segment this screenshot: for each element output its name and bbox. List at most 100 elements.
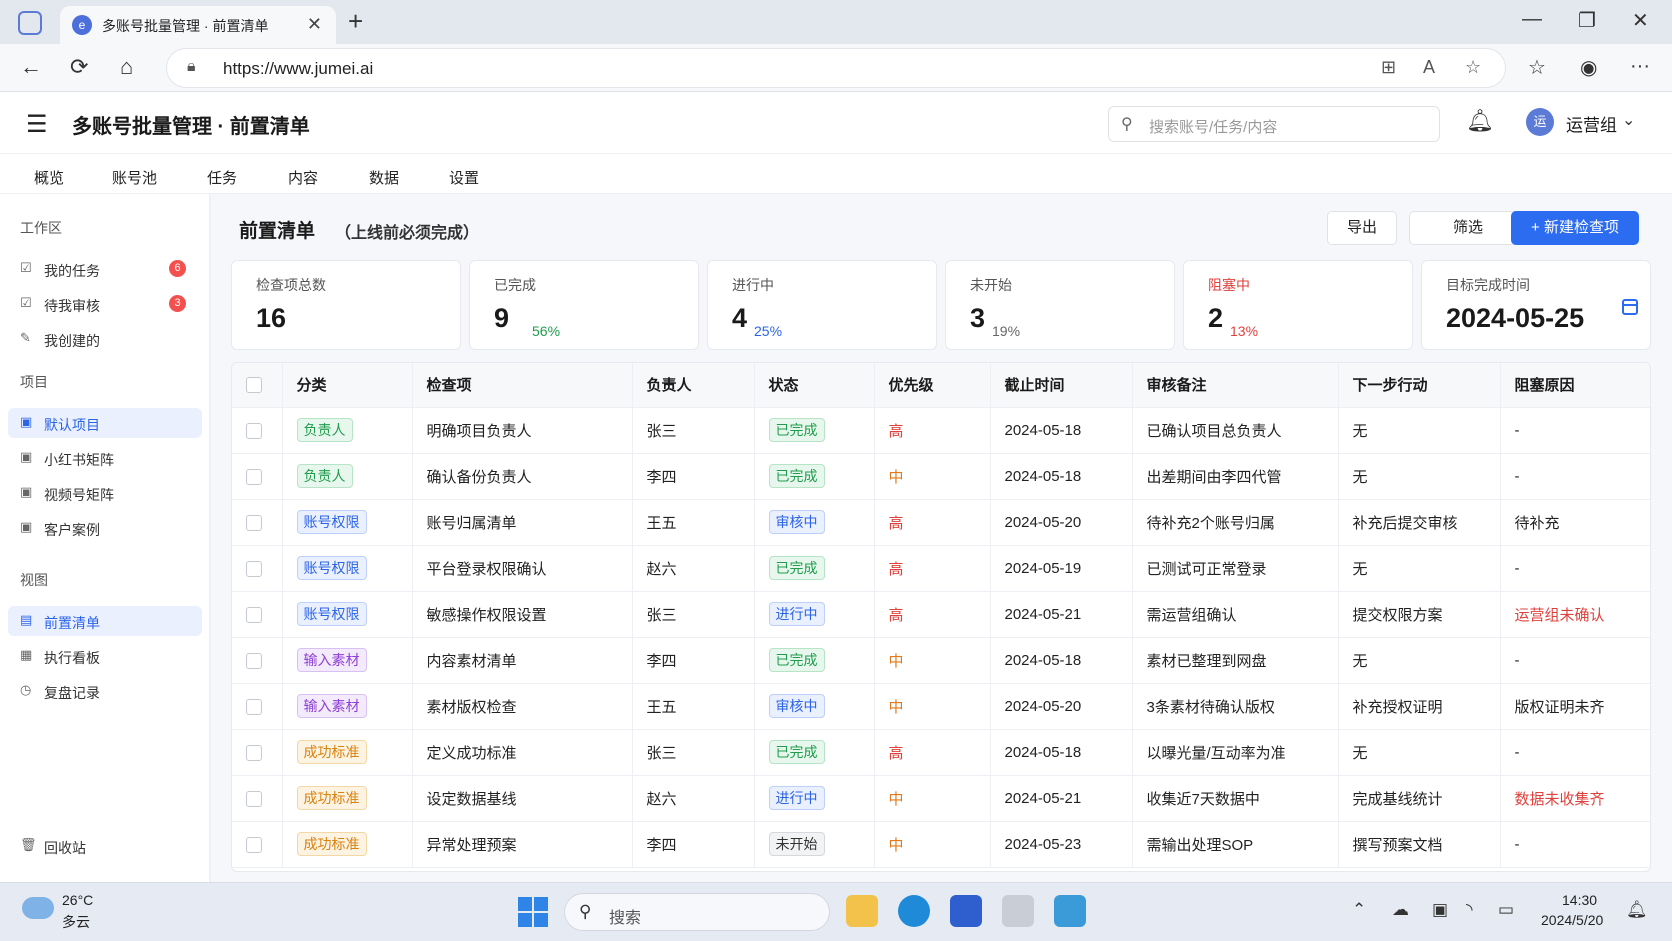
sidebar-item-client-cases[interactable]: ▣ 客户案例 <box>8 513 202 543</box>
browser-tab-active[interactable]: e 多账号批量管理 · 前置清单 ✕ <box>60 6 336 44</box>
col-header[interactable]: 检查项 <box>412 363 633 408</box>
weather-cloud-icon[interactable] <box>22 897 54 919</box>
row-checkbox[interactable] <box>246 468 262 485</box>
item-cell[interactable]: 账号归属清单 <box>412 499 633 546</box>
weather-temp[interactable]: 26°C <box>62 892 93 908</box>
export-button[interactable]: 导出 <box>1327 211 1397 245</box>
minimize-icon[interactable]: — <box>1522 8 1542 31</box>
status-badge[interactable]: 已完成 <box>768 464 825 488</box>
nav-data[interactable]: 数据 <box>369 167 399 188</box>
window-close-icon[interactable]: ✕ <box>1632 8 1649 33</box>
weather-desc[interactable]: 多云 <box>62 912 90 932</box>
table-row[interactable]: 成功标准 异常处理预案 李四 未开始 中 2024-05-23 需输出处理SOP 撰写预案文档… <box>232 821 1650 868</box>
col-header[interactable]: 阻塞原因 <box>1500 363 1650 408</box>
row-checkbox[interactable] <box>246 790 262 807</box>
chevron-down-icon[interactable]: ⌄ <box>1622 110 1635 130</box>
taskbar-search-input[interactable]: ⚲ 搜索 <box>564 893 830 931</box>
select-all-checkbox[interactable] <box>246 377 262 394</box>
table-row[interactable]: 负责人 明确项目负责人 张三 已完成 高 2024-05-18 已确认项目总负责人无 - <box>232 407 1650 454</box>
calendar-icon[interactable] <box>1622 299 1638 315</box>
restore-icon[interactable]: ❐ <box>1578 8 1596 33</box>
notification-center-icon[interactable]: 🔔︎ <box>1626 900 1648 920</box>
row-checkbox[interactable] <box>246 560 262 577</box>
nav-settings[interactable]: 设置 <box>449 167 479 188</box>
new-check-item-button[interactable]: + 新建检查项 <box>1511 211 1639 245</box>
row-checkbox[interactable] <box>246 836 262 853</box>
status-badge[interactable]: 审核中 <box>768 510 825 534</box>
table-row[interactable]: 输入素材 素材版权检查 王五 审核中 中 2024-05-20 3条素材待确认版权 补充授权证… <box>232 683 1650 730</box>
nav-tasks[interactable]: 任务 <box>207 167 237 188</box>
sidebar-item-kanban[interactable]: ▦ 执行看板 <box>8 641 202 671</box>
clock-date[interactable]: 2024/5/20 <box>1541 912 1603 928</box>
file-explorer-icon[interactable] <box>846 895 878 927</box>
status-badge[interactable]: 未开始 <box>768 832 825 856</box>
filter-button[interactable]: 筛选 <box>1409 211 1527 245</box>
sidebar-item-pending-review[interactable]: ☑ 待我审核 3 <box>8 289 202 319</box>
new-tab-icon[interactable]: + <box>348 6 363 37</box>
app-icon-gray[interactable] <box>1002 895 1034 927</box>
app-install-icon[interactable]: ⊞ <box>1381 57 1396 78</box>
notification-bell-icon[interactable]: 🔔︎ <box>1466 108 1494 134</box>
app-icon-monitor[interactable] <box>1054 895 1086 927</box>
col-header[interactable]: 下一步行动 <box>1338 363 1501 408</box>
favorite-star-icon[interactable]: ☆ <box>1465 57 1481 78</box>
tray-chevron-up-icon[interactable]: ⌃ <box>1352 900 1366 920</box>
item-cell[interactable]: 异常处理预案 <box>412 821 633 868</box>
row-checkbox[interactable] <box>246 422 262 439</box>
col-header[interactable]: 负责人 <box>632 363 755 408</box>
more-menu-icon[interactable]: ··· <box>1630 55 1650 78</box>
battery-icon[interactable]: ▭ <box>1498 900 1514 920</box>
nav-account-pool[interactable]: 账号池 <box>112 167 157 188</box>
item-cell[interactable]: 敏感操作权限设置 <box>412 591 633 638</box>
col-header[interactable]: 优先级 <box>874 363 991 408</box>
sidebar-item-my-tasks[interactable]: ☑ 我的任务 6 <box>8 254 202 284</box>
workspaces-icon[interactable] <box>18 11 42 35</box>
back-icon[interactable]: ← <box>20 54 42 80</box>
item-cell[interactable]: 素材版权检查 <box>412 683 633 730</box>
item-cell[interactable]: 定义成功标准 <box>412 729 633 776</box>
address-bar[interactable]: 🔒︎ https://www.jumei.ai ⊞ A ☆ <box>166 48 1506 88</box>
app-icon-blue[interactable] <box>950 895 982 927</box>
col-header[interactable]: 审核备注 <box>1132 363 1339 408</box>
search-input[interactable]: ⚲ 搜索账号/任务/内容 <box>1108 106 1440 142</box>
row-checkbox[interactable] <box>246 652 262 669</box>
avatar[interactable]: 运 <box>1526 108 1554 136</box>
status-badge[interactable]: 审核中 <box>768 694 825 718</box>
table-row[interactable]: 账号权限 敏感操作权限设置 张三 进行中 高 2024-05-21 需运营组确认 提交权限方案… <box>232 591 1650 638</box>
hamburger-menu-icon[interactable]: ☰ <box>26 110 48 139</box>
close-tab-icon[interactable]: ✕ <box>307 14 322 35</box>
status-badge[interactable]: 已完成 <box>768 556 825 580</box>
sidebar-item-trash[interactable]: 🗑︎ 回收站 <box>8 831 202 861</box>
item-cell[interactable]: 平台登录权限确认 <box>412 545 633 592</box>
row-checkbox[interactable] <box>246 744 262 761</box>
item-cell[interactable]: 确认备份负责人 <box>412 453 633 500</box>
profile-icon[interactable]: ◉ <box>1580 55 1597 80</box>
status-badge[interactable]: 已完成 <box>768 648 825 672</box>
item-cell[interactable]: 设定数据基线 <box>412 775 633 822</box>
status-badge[interactable]: 已完成 <box>768 740 825 764</box>
refresh-icon[interactable]: ⟳ <box>70 54 88 80</box>
sidebar-item-created-by-me[interactable]: ✎ 我创建的 <box>8 324 202 354</box>
read-aloud-icon[interactable]: A <box>1423 57 1435 78</box>
wifi-icon[interactable]: ◝ <box>1466 900 1473 920</box>
url-text[interactable]: https://www.jumei.ai <box>223 59 373 79</box>
sidebar-item-xhs-matrix[interactable]: ▣ 小红书矩阵 <box>8 443 202 473</box>
col-header[interactable]: 分类 <box>282 363 413 408</box>
sidebar-item-default-project[interactable]: ▣ 默认项目 <box>8 408 202 438</box>
table-row[interactable]: 成功标准 定义成功标准 张三 已完成 高 2024-05-18 以曝光量/互动率为准无 - <box>232 729 1650 776</box>
nav-overview[interactable]: 概览 <box>34 167 64 188</box>
row-checkbox[interactable] <box>246 514 262 531</box>
sidebar-item-video-matrix[interactable]: ▣ 视频号矩阵 <box>8 478 202 508</box>
nav-content[interactable]: 内容 <box>288 167 318 188</box>
status-badge[interactable]: 进行中 <box>768 786 825 810</box>
clock-time[interactable]: 14:30 <box>1562 892 1597 908</box>
table-row[interactable]: 账号权限 账号归属清单 王五 审核中 高 2024-05-20 待补充2个账号归属 补充后提交… <box>232 499 1650 546</box>
edge-browser-icon[interactable] <box>898 895 930 927</box>
table-row[interactable]: 成功标准 设定数据基线 赵六 进行中 中 2024-05-21 收集近7天数据中 完成基线统计… <box>232 775 1650 822</box>
row-checkbox[interactable] <box>246 698 262 715</box>
col-header[interactable]: 截止时间 <box>990 363 1133 408</box>
table-row[interactable]: 输入素材 内容素材清单 李四 已完成 中 2024-05-18 素材已整理到网盘无 - <box>232 637 1650 684</box>
status-badge[interactable]: 进行中 <box>768 602 825 626</box>
table-row[interactable]: 负责人 确认备份负责人 李四 已完成 中 2024-05-18 出差期间由李四代管无 - <box>232 453 1650 500</box>
team-selector[interactable]: 运营组 <box>1566 111 1617 136</box>
